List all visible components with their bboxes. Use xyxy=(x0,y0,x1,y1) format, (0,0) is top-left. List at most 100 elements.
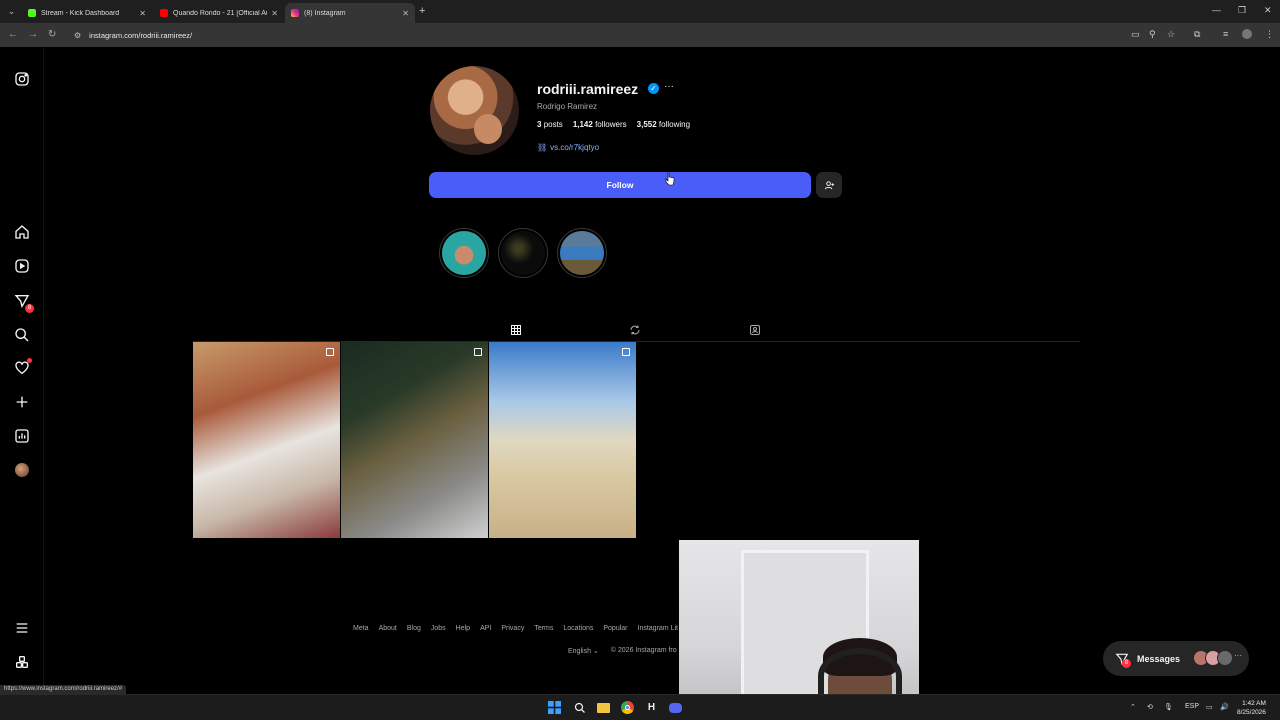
follow-button[interactable]: Follow xyxy=(429,172,811,198)
footer-link[interactable]: Jobs xyxy=(431,625,446,632)
post-thumbnail[interactable] xyxy=(341,342,488,538)
suggested-accounts-button[interactable] xyxy=(816,172,842,198)
footer-bottom: English ⌄ © 2026 Instagram fro xyxy=(568,647,677,655)
footer-link[interactable]: Terms xyxy=(534,625,553,632)
windows-taskbar: H ⌃ ⟲ 🎙 ESP ▭ 🔊 1:42 AM 8/25/2026 xyxy=(0,694,1280,720)
also-from-meta-icon[interactable] xyxy=(13,653,31,671)
repost-icon xyxy=(630,325,640,335)
profile-username: rodriii.ramireez xyxy=(537,81,639,97)
post-thumbnail[interactable] xyxy=(489,342,636,538)
footer-link[interactable]: API xyxy=(480,625,491,632)
story-highlight[interactable] xyxy=(439,228,489,278)
footer-links: Meta About Blog Jobs Help API Privacy Te… xyxy=(353,625,678,632)
messages-button[interactable]: 8 Messages ··· xyxy=(1103,641,1249,676)
carousel-icon xyxy=(326,348,334,356)
tab-title: Quando Rondo - 21 [Official Au xyxy=(173,9,268,17)
chrome-icon[interactable] xyxy=(620,700,635,715)
tab-reposts[interactable] xyxy=(615,319,655,341)
browser-profile-avatar[interactable] xyxy=(1242,29,1252,39)
browser-tab-youtube[interactable]: Quando Rondo - 21 [Official Au ✕ xyxy=(154,3,284,23)
messages-label: Messages xyxy=(1137,653,1181,664)
profile-picture[interactable] xyxy=(430,66,519,155)
tagged-icon xyxy=(750,325,760,335)
dashboard-icon[interactable] xyxy=(13,427,31,445)
tray-app-icon[interactable]: ⟲ xyxy=(1147,703,1153,711)
tab-tagged[interactable] xyxy=(735,319,775,341)
app-icon[interactable]: H xyxy=(644,700,659,715)
more-options-icon[interactable]: ··· xyxy=(664,81,674,92)
forward-icon[interactable]: → xyxy=(28,29,38,40)
create-icon[interactable] xyxy=(13,393,31,411)
minimize-icon[interactable]: — xyxy=(1212,5,1221,15)
new-tab-button[interactable]: + xyxy=(419,5,425,17)
browser-tab-instagram[interactable]: (8) Instagram ✕ xyxy=(285,3,415,23)
following-stat[interactable]: 3,552 following xyxy=(637,120,690,129)
posts-count: 3 xyxy=(537,120,542,129)
footer-link[interactable]: Privacy xyxy=(501,625,524,632)
more-avatars-icon: ··· xyxy=(1234,651,1242,660)
close-window-icon[interactable]: ✕ xyxy=(1264,5,1272,16)
network-icon[interactable]: ▭ xyxy=(1206,703,1213,711)
footer-link[interactable]: Instagram Lit xyxy=(638,625,678,632)
followers-count: 1,142 xyxy=(572,120,593,129)
microphone-icon[interactable]: 🎙 xyxy=(1164,703,1173,711)
zoom-icon[interactable]: ⚲ xyxy=(1149,29,1156,40)
system-clock[interactable]: 1:42 AM 8/25/2026 xyxy=(1237,699,1266,717)
post-thumbnail[interactable] xyxy=(193,342,340,538)
tab-search-icon[interactable]: ⌄ xyxy=(5,5,18,18)
webcam-overlay xyxy=(679,540,919,720)
profile-icon[interactable] xyxy=(13,461,31,479)
story-highlight[interactable] xyxy=(557,228,607,278)
footer-link[interactable]: About xyxy=(379,625,397,632)
story-highlight[interactable] xyxy=(498,228,548,278)
windows-start-icon[interactable] xyxy=(547,700,562,715)
messages-icon[interactable]: 8 xyxy=(13,292,34,313)
clock-time: 1:42 AM xyxy=(1242,700,1266,707)
maximize-icon[interactable]: ❐ xyxy=(1238,5,1246,16)
reels-icon[interactable] xyxy=(13,257,31,275)
file-explorer-icon[interactable] xyxy=(596,700,611,715)
highlight-image xyxy=(560,231,604,275)
address-bar[interactable]: ⚙ instagram.com/rodriii.ramireez/ xyxy=(68,27,1128,44)
close-tab-icon[interactable]: ✕ xyxy=(139,9,146,18)
browser-tab-bar: ⌄ Stream - Kick Dashboard ✕ Quando Rondo… xyxy=(0,0,1280,23)
followers-stat[interactable]: 1,142 followers xyxy=(573,120,627,129)
input-language[interactable]: ESP xyxy=(1185,703,1199,710)
browser-menu-icon[interactable]: ⋮ xyxy=(1265,29,1274,40)
tab-title: (8) Instagram xyxy=(304,9,346,17)
cast-icon[interactable]: ▭ xyxy=(1131,29,1140,40)
close-tab-icon[interactable]: ✕ xyxy=(271,9,278,18)
browser-tab-kick[interactable]: Stream - Kick Dashboard ✕ xyxy=(22,3,152,23)
more-icon[interactable] xyxy=(13,619,31,637)
footer-link[interactable]: Blog xyxy=(407,625,421,632)
taskbar-search-icon[interactable] xyxy=(572,700,587,715)
footer-link[interactable]: Locations xyxy=(563,625,593,632)
tab-groups-icon[interactable]: ≡ xyxy=(1223,29,1228,39)
instagram-page: 8 rodriii.ramireez ✓ ··· Rodrigo Ramirez… xyxy=(0,47,1280,720)
language-select[interactable]: English ⌄ xyxy=(568,647,599,655)
instagram-icon[interactable] xyxy=(13,70,31,88)
notifications-icon[interactable] xyxy=(13,358,32,377)
tab-posts[interactable] xyxy=(496,319,536,342)
bookmark-star-icon[interactable]: ☆ xyxy=(1167,29,1175,40)
discord-icon[interactable] xyxy=(668,700,683,715)
home-icon[interactable] xyxy=(13,223,31,241)
footer-link[interactable]: Popular xyxy=(603,625,627,632)
footer-link[interactable]: Help xyxy=(456,625,470,632)
profile-link[interactable]: ⛓ vs.co/r7kjqtyo xyxy=(537,143,599,152)
close-tab-icon[interactable]: ✕ xyxy=(402,9,409,18)
reload-icon[interactable]: ↻ xyxy=(48,29,56,40)
copyright: © 2026 Instagram fro xyxy=(610,647,677,654)
posts-label: posts xyxy=(543,120,563,129)
tray-chevron-icon[interactable]: ⌃ xyxy=(1130,703,1136,711)
extensions-icon[interactable]: ⧉ xyxy=(1194,29,1200,40)
instagram-favicon-icon xyxy=(291,9,299,17)
back-icon[interactable]: ← xyxy=(8,29,18,40)
volume-icon[interactable]: 🔊 xyxy=(1220,703,1229,711)
highlight-image xyxy=(442,231,486,275)
footer-link[interactable]: Meta xyxy=(353,625,369,632)
chevron-down-icon: ⌄ xyxy=(592,648,599,655)
search-icon[interactable] xyxy=(13,326,31,344)
site-info-icon[interactable]: ⚙ xyxy=(74,31,81,40)
tab-title: Stream - Kick Dashboard xyxy=(41,9,120,17)
